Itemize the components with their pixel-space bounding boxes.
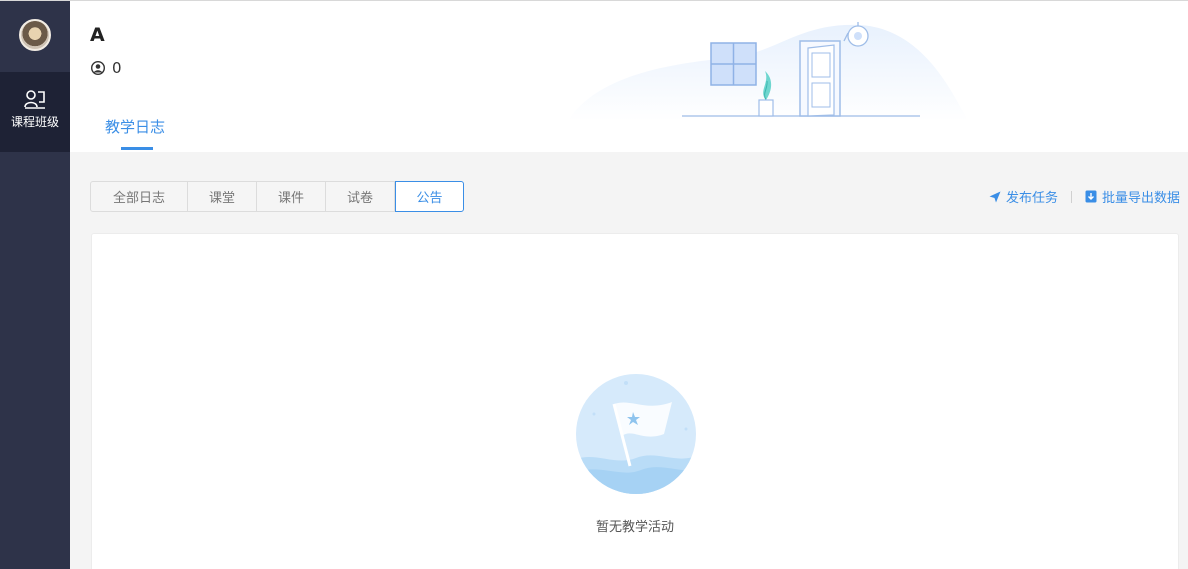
course-title: A — [90, 24, 105, 46]
member-count: 0 — [112, 59, 122, 77]
filter-tab-classroom[interactable]: 课堂 — [188, 181, 257, 212]
empty-flag-illustration — [576, 374, 696, 494]
class-icon — [24, 90, 45, 109]
header-illustration — [568, 22, 968, 122]
course-header: A 0 教学日志 — [70, 1, 1188, 152]
sidebar: 课程班级 — [0, 1, 70, 569]
tab-teaching-log[interactable]: 教学日志 — [105, 116, 165, 137]
publish-task-label: 发布任务 — [1005, 191, 1058, 206]
filter-tab-courseware[interactable]: 课件 — [257, 181, 326, 212]
empty-state-message: 暂无教学活动 — [595, 520, 674, 535]
action-divider — [1070, 190, 1072, 203]
paper-plane-icon — [989, 191, 1001, 202]
member-count-row: 0 — [91, 59, 122, 77]
filter-tab-all-logs[interactable]: 全部日志 — [90, 181, 188, 212]
batch-export-button[interactable]: 批量导出数据 — [1085, 187, 1180, 206]
toolbar-actions: 发布任务 批量导出数据 — [989, 187, 1180, 206]
user-circle-icon — [91, 61, 105, 75]
download-icon — [1085, 190, 1097, 203]
activity-panel: 暂无教学活动 — [91, 233, 1179, 569]
tab-active-indicator — [121, 147, 153, 150]
user-avatar[interactable] — [19, 19, 51, 51]
filter-tab-announcement[interactable]: 公告 — [395, 181, 464, 212]
publish-task-button[interactable]: 发布任务 — [989, 187, 1058, 206]
batch-export-label: 批量导出数据 — [1101, 191, 1180, 206]
log-filter-tabs: 全部日志 课堂 课件 试卷 公告 — [90, 181, 464, 212]
sidebar-item-label: 课程班级 — [10, 115, 59, 129]
filter-tab-exam[interactable]: 试卷 — [326, 181, 395, 212]
sidebar-item-course-class[interactable]: 课程班级 — [0, 72, 70, 152]
